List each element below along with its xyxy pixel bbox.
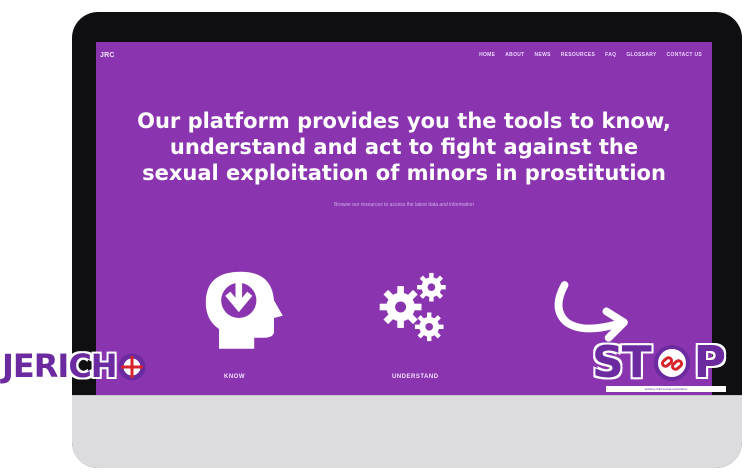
nav-item-contact[interactable]: CONTACT US (667, 52, 702, 58)
stop-wordmark: ST P (592, 337, 726, 388)
nav-item-faq[interactable]: FAQ (605, 52, 616, 58)
nav-item-home[interactable]: HOME (479, 52, 495, 58)
stop-text-left: ST (592, 337, 652, 388)
nav-item-glossary[interactable]: GLOSSARY (626, 52, 656, 58)
label-know: KNOW (224, 374, 245, 380)
monitor-chin (72, 395, 742, 468)
nav-item-resources[interactable]: RESOURCES (561, 52, 595, 58)
jericho-text: JERICH (2, 347, 118, 385)
jericho-logo: JERICH (2, 346, 147, 386)
broken-chain-icon (652, 343, 692, 383)
hero-headline: Our platform provides you the tools to k… (137, 109, 671, 185)
monitor-frame: JRC HOME ABOUT NEWS RESOURCES FAQ GLOSSA… (72, 12, 742, 468)
label-understand: UNDERSTAND (392, 374, 439, 380)
gears-icon[interactable] (361, 252, 471, 362)
nav-item-news[interactable]: NEWS (535, 52, 551, 58)
head-download-icon[interactable] (186, 252, 296, 362)
stop-logo: ST P tackling child sexual exploitation (592, 338, 742, 396)
site-logo[interactable]: JRC (100, 52, 115, 59)
site-nav: HOME ABOUT NEWS RESOURCES FAQ GLOSSARY C… (479, 52, 702, 58)
stop-text-right: P (693, 337, 726, 388)
nav-item-about[interactable]: ABOUT (505, 52, 524, 58)
jericho-target-icon (117, 351, 147, 381)
stop-tagline: tackling child sexual exploitation (606, 386, 726, 392)
hero-subline: Browse our resources to access the lates… (334, 202, 474, 208)
